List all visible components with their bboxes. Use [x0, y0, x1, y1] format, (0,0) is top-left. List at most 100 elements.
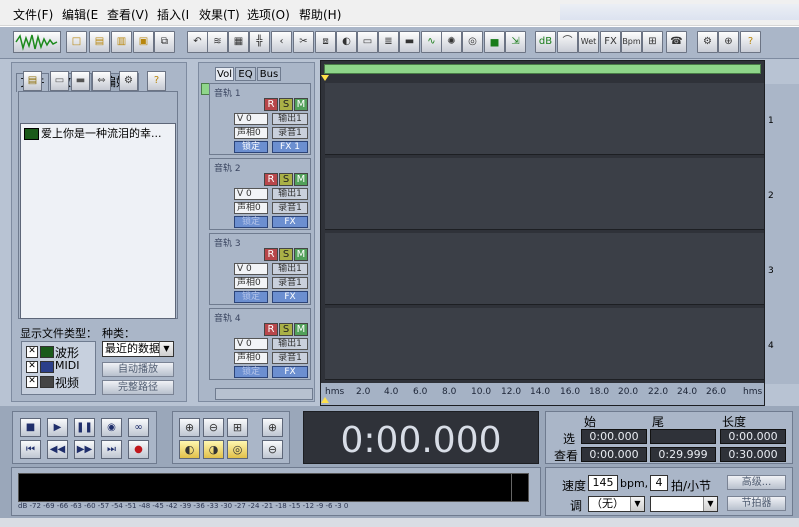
volume-field[interactable]: V 0: [234, 188, 268, 200]
copy-button[interactable]: ⧈: [315, 31, 336, 53]
type-wave-checkbox[interactable]: ✕: [26, 346, 38, 358]
tab-vol[interactable]: Vol: [215, 67, 234, 81]
pan-field[interactable]: 声相0: [234, 277, 268, 289]
stop-button[interactable]: ■: [20, 418, 41, 437]
marker-button[interactable]: ▭: [357, 31, 378, 53]
type-video-checkbox[interactable]: ✕: [26, 376, 38, 388]
new-button[interactable]: □: [66, 31, 87, 53]
view-length-field[interactable]: 0:30.000: [720, 447, 786, 462]
horizontal-scrollbar[interactable]: [215, 388, 313, 400]
view-start-field[interactable]: 0:00.000: [581, 447, 647, 462]
output-button[interactable]: 输出1: [272, 113, 308, 125]
rewind-button[interactable]: ◀◀: [47, 440, 68, 459]
solo-button[interactable]: S: [279, 323, 293, 336]
db-button[interactable]: dB: [535, 31, 556, 53]
go-to-end-button[interactable]: ⏭: [101, 440, 122, 459]
mute-button[interactable]: M: [294, 98, 308, 111]
lock-button[interactable]: 锁定: [234, 366, 268, 378]
loop-button[interactable]: ⊕: [718, 31, 739, 53]
record-source-button[interactable]: 录音1: [272, 352, 308, 364]
open-session-button[interactable]: ▥: [111, 31, 132, 53]
snapshot-button[interactable]: ▦: [228, 31, 249, 53]
record-arm-button[interactable]: R: [264, 248, 278, 261]
zoom-selection-button[interactable]: ◎: [227, 440, 248, 459]
lock-button[interactable]: 锁定: [234, 141, 268, 153]
selection-end-field[interactable]: [650, 429, 716, 444]
zoom-full-button[interactable]: ⊞: [227, 418, 248, 437]
record-arm-button[interactable]: R: [264, 98, 278, 111]
fx-button[interactable]: FX: [272, 366, 308, 378]
import-button[interactable]: ▭: [50, 71, 69, 91]
file-item[interactable]: 爱上你是一种流泪的幸...: [24, 126, 174, 141]
go-to-start-button[interactable]: ⏮: [20, 440, 41, 459]
metronome-button[interactable]: 节拍器: [727, 496, 786, 511]
save-all-button[interactable]: ⧉: [154, 31, 175, 53]
tile-button[interactable]: ╬: [249, 31, 270, 53]
menu-view[interactable]: 查看(V): [107, 6, 149, 23]
noise-button[interactable]: ✺: [441, 31, 462, 53]
menu-help[interactable]: 帮助(H): [299, 6, 341, 23]
advanced-button[interactable]: 高级...: [727, 475, 786, 490]
volume-field[interactable]: V 0: [234, 338, 268, 350]
record-arm-button[interactable]: R: [264, 323, 278, 336]
zoom-out-vertical-button[interactable]: ⊖: [262, 440, 283, 459]
tab-bus[interactable]: Bus: [257, 67, 281, 81]
solo-button[interactable]: S: [279, 173, 293, 186]
tab-eq[interactable]: EQ: [235, 67, 256, 81]
track-name[interactable]: 音轨 2: [214, 161, 241, 174]
volume-field[interactable]: V 0: [234, 113, 268, 125]
fx-button[interactable]: FX: [272, 216, 308, 228]
pan-field[interactable]: 声相0: [234, 202, 268, 214]
output-button[interactable]: 输出1: [272, 188, 308, 200]
output-button[interactable]: 输出1: [272, 263, 308, 275]
save-button[interactable]: ▣: [133, 31, 154, 53]
track-name[interactable]: 音轨 4: [214, 311, 241, 324]
pan-field[interactable]: 声相0: [234, 352, 268, 364]
mute-button[interactable]: M: [294, 173, 308, 186]
zoom-in-vertical-button[interactable]: ⊕: [262, 418, 283, 437]
pan-field[interactable]: 声相0: [234, 127, 268, 139]
auto-play-button[interactable]: 自动播放: [102, 362, 174, 377]
output-button[interactable]: 输出1: [272, 338, 308, 350]
time-ruler[interactable]: hms 2.0 4.0 6.0 8.0 10.0 12.0 14.0 16.0 18.0 20.0 2…: [321, 383, 764, 405]
category-select[interactable]: 最近的数据 ▼: [102, 341, 174, 357]
beats-input[interactable]: 4: [650, 475, 668, 491]
wave-button[interactable]: ∿: [421, 31, 442, 53]
cd-button[interactable]: ◎: [462, 31, 483, 53]
phone-button[interactable]: ☎: [666, 31, 687, 53]
type-midi-checkbox[interactable]: ✕: [26, 361, 38, 373]
menu-effects[interactable]: 效果(T): [199, 6, 240, 23]
track-lane-4[interactable]: [325, 308, 764, 380]
cursor-button[interactable]: ‹: [271, 31, 292, 53]
convert-button[interactable]: ⇲: [505, 31, 526, 53]
track-lane-2[interactable]: [325, 158, 764, 230]
track-name[interactable]: 音轨 3: [214, 236, 241, 249]
bpm-button[interactable]: Bpm: [621, 31, 642, 53]
stretch-button[interactable]: ⌒: [557, 31, 578, 53]
menu-edit[interactable]: 编辑(E: [62, 6, 98, 23]
key-select[interactable]: （无） ▼: [588, 496, 645, 512]
lock-button[interactable]: 锁定: [234, 291, 268, 303]
track-lane-3[interactable]: [325, 233, 764, 305]
zoom-right-button[interactable]: ◑: [203, 440, 224, 459]
loop-button[interactable]: ∞: [128, 418, 149, 437]
solo-button[interactable]: S: [279, 248, 293, 261]
fx-button[interactable]: FX: [272, 291, 308, 303]
level-button[interactable]: ▬: [399, 31, 420, 53]
zoom-in-button[interactable]: ⊕: [179, 418, 200, 437]
multitrack-timeline[interactable]: hms 2.0 4.0 6.0 8.0 10.0 12.0 14.0 16.0 18.0 20.0 2…: [320, 60, 765, 406]
menu-file[interactable]: 文件(F): [13, 6, 53, 23]
full-path-button[interactable]: 完整路径: [102, 380, 174, 395]
play-to-end-button[interactable]: ◉: [101, 418, 122, 437]
help-button[interactable]: ?: [740, 31, 761, 53]
record-button[interactable]: ●: [128, 440, 149, 459]
waveform-view-button[interactable]: [13, 31, 61, 53]
bpm-input[interactable]: 145: [588, 475, 618, 491]
record-source-button[interactable]: 录音1: [272, 127, 308, 139]
open-file-button[interactable]: ▤: [23, 71, 42, 91]
key-mode-select[interactable]: ▼: [650, 496, 718, 512]
record-source-button[interactable]: 录音1: [272, 202, 308, 214]
spectrum-button[interactable]: ▅: [484, 31, 505, 53]
clip-indicator[interactable]: [511, 474, 528, 501]
fx-button[interactable]: FX: [600, 31, 621, 53]
